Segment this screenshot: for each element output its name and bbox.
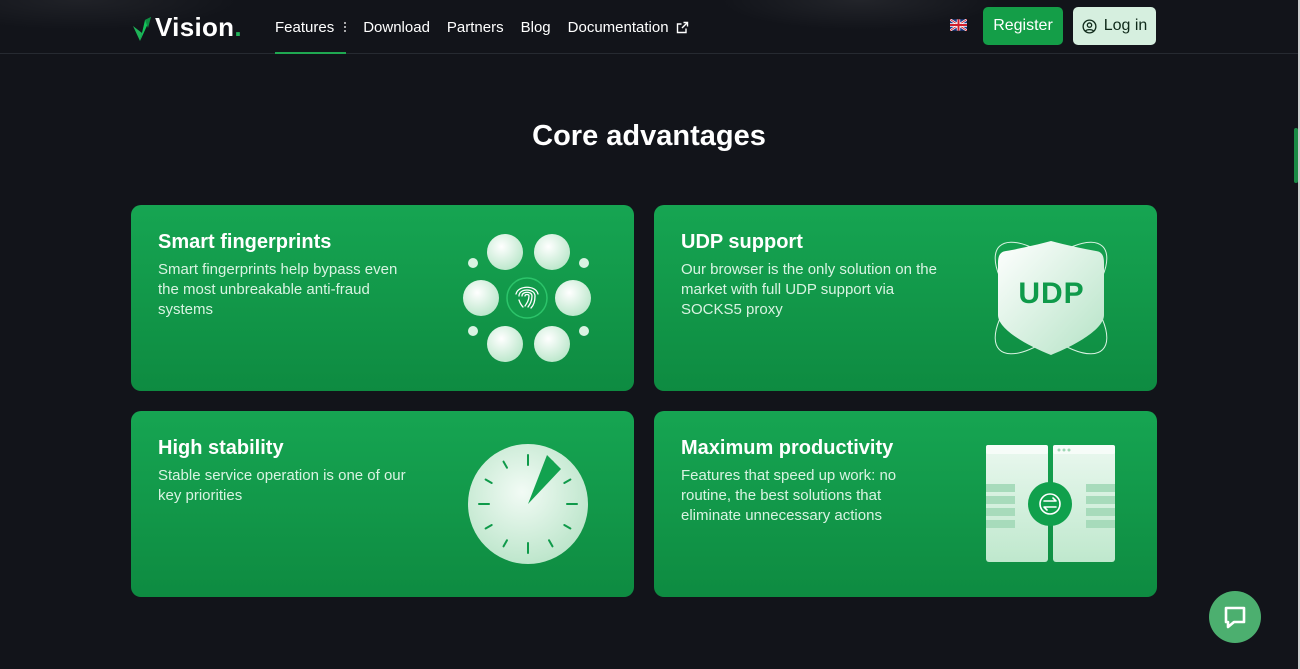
login-button[interactable]: Log in xyxy=(1073,7,1156,45)
chat-button[interactable] xyxy=(1209,591,1261,643)
logo-text: Vision xyxy=(155,12,235,42)
nav-partners-label: Partners xyxy=(446,18,504,36)
nav-blog-label: Blog xyxy=(520,18,551,36)
nav-documentation-label: Documentation xyxy=(567,18,669,36)
card-description: Smart fingerprints help bypass even the … xyxy=(158,261,398,318)
card-udp-support: UDP support Our browser is the only solu… xyxy=(654,205,1157,391)
card-description: Stable service operation is one of our k… xyxy=(158,467,406,504)
fingerprint-icon xyxy=(463,234,591,362)
card-description: Features that speed up work: no routine,… xyxy=(681,467,897,524)
nav-blog[interactable]: Blog xyxy=(521,0,551,54)
card-title: UDP support xyxy=(681,231,803,253)
vision-logo-icon xyxy=(133,16,151,41)
chat-bubble-icon xyxy=(1224,606,1246,629)
main-nav: Features Download Partners Blog Document… xyxy=(275,0,706,54)
card-smart-fingerprints: Smart fingerprints Smart fingerprints he… xyxy=(131,205,634,391)
user-circle-icon xyxy=(1082,18,1097,34)
udp-badge-text: UDP xyxy=(1018,277,1085,310)
login-label: Log in xyxy=(1103,17,1148,34)
logo[interactable]: Vision. xyxy=(131,12,242,43)
nav-download-label: Download xyxy=(363,18,430,36)
uk-flag-icon[interactable] xyxy=(950,19,967,31)
section-title: Core advantages xyxy=(532,120,766,152)
card-title: High stability xyxy=(158,437,284,459)
card-maximum-productivity: Maximum productivity Features that speed… xyxy=(654,411,1157,597)
nav-features-label: Features xyxy=(275,18,335,36)
nav-documentation[interactable]: Documentation xyxy=(568,0,689,54)
register-button[interactable]: Register xyxy=(983,7,1063,45)
udp-shield-icon: UDP xyxy=(984,233,1119,363)
site-header: Vision. Features Download Partners Blog … xyxy=(0,0,1298,54)
nav-download[interactable]: Download xyxy=(363,0,430,54)
nav-features[interactable]: Features xyxy=(275,0,347,54)
card-title: Smart fingerprints xyxy=(158,231,332,253)
sync-windows-icon xyxy=(986,445,1115,562)
card-high-stability: High stability Stable service operation … xyxy=(131,411,634,597)
kebab-menu-icon[interactable] xyxy=(344,22,347,32)
external-link-icon xyxy=(676,21,689,34)
clock-dial-icon xyxy=(468,444,588,564)
card-description: Our browser is the only solution on the … xyxy=(681,261,937,318)
nav-partners[interactable]: Partners xyxy=(447,0,504,54)
card-title: Maximum productivity xyxy=(681,437,894,459)
logo-dot: . xyxy=(234,12,242,42)
